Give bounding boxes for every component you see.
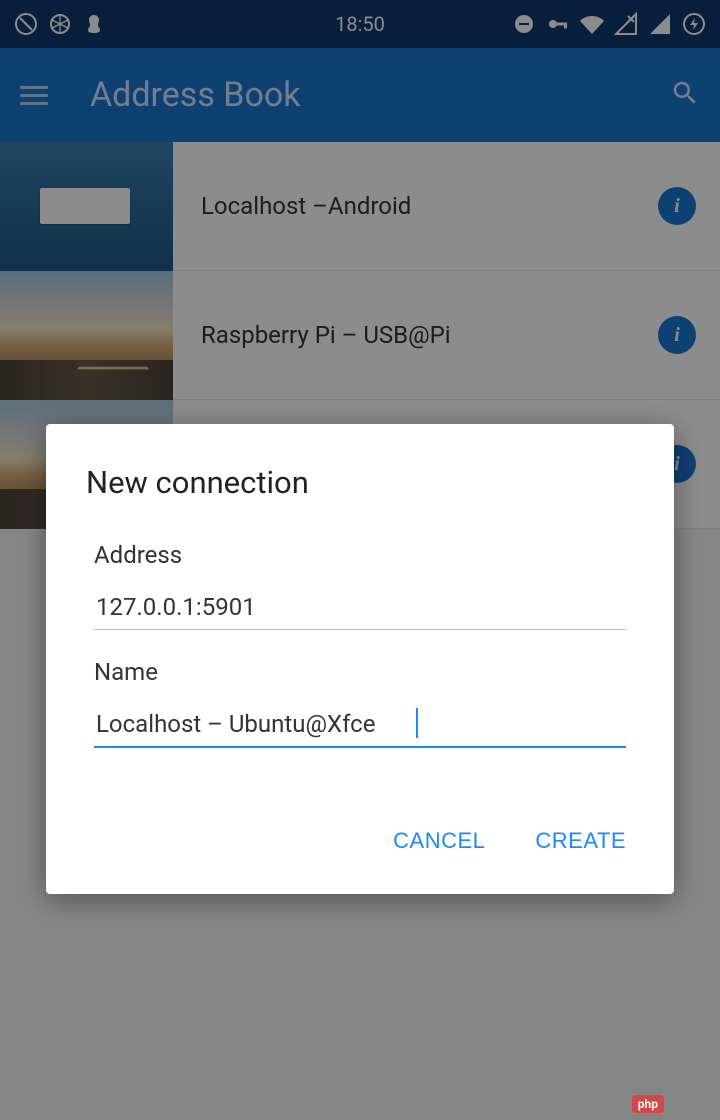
name-label: Name: [94, 658, 626, 686]
watermark: php 中文网: [632, 1094, 712, 1114]
watermark-badge: php: [632, 1095, 664, 1113]
cancel-button[interactable]: CANCEL: [389, 818, 489, 864]
dialog-title: New connection: [86, 464, 634, 501]
name-input[interactable]: [94, 704, 626, 748]
name-field: Name: [86, 658, 634, 748]
text-caret: [416, 708, 418, 738]
watermark-text: 中文网: [670, 1094, 712, 1114]
new-connection-dialog: New connection Address Name CANCEL CREAT…: [46, 424, 674, 894]
dialog-actions: CANCEL CREATE: [86, 818, 634, 864]
address-field: Address: [86, 541, 634, 630]
address-input[interactable]: [94, 587, 626, 630]
address-label: Address: [94, 541, 626, 569]
create-button[interactable]: CREATE: [531, 818, 630, 864]
